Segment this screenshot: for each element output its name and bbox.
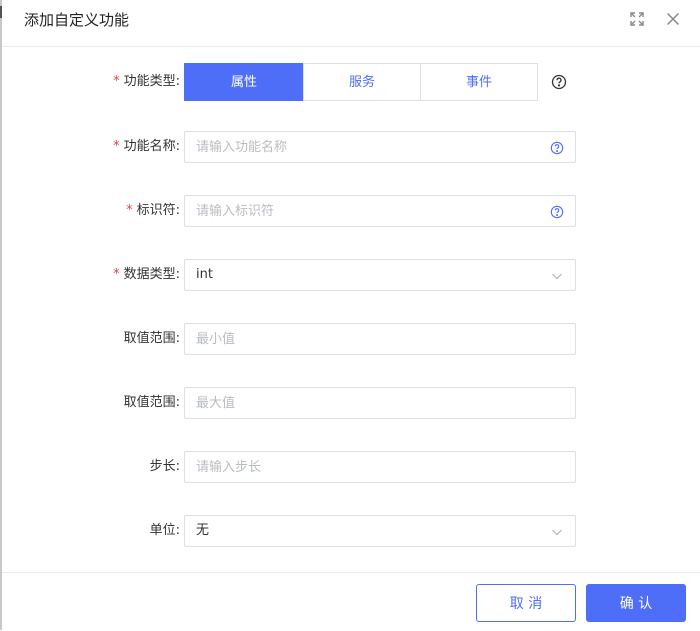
step-field — [184, 451, 576, 483]
identifier-row: * 标识符: — [2, 195, 700, 227]
step-row: 步长: — [2, 451, 700, 483]
function-type-label: * 功能类型: — [113, 74, 180, 89]
step-input[interactable] — [196, 452, 536, 482]
close-icon[interactable] — [664, 10, 682, 28]
dialog-title: 添加自定义功能 — [24, 11, 130, 29]
question-circle-icon[interactable] — [550, 204, 564, 219]
unit-label: 单位: — [149, 523, 180, 538]
question-circle-icon[interactable] — [550, 140, 564, 155]
function-type-row: * 功能类型: 属性 服务 事件 — [2, 63, 700, 101]
range-max-field — [184, 387, 576, 419]
identifier-input[interactable] — [196, 196, 536, 226]
data-type-label: * 数据类型: — [113, 267, 180, 282]
data-type-row: * 数据类型: int — [2, 259, 700, 291]
function-type-segmented: 属性 服务 事件 — [184, 63, 538, 101]
identifier-field — [184, 195, 576, 227]
range-max-input[interactable] — [196, 388, 536, 418]
function-type-option-service[interactable]: 服务 — [303, 63, 421, 101]
fullscreen-icon[interactable] — [628, 10, 646, 28]
data-type-value: int — [196, 267, 213, 282]
range-min-field — [184, 323, 576, 355]
range-min-label: 取值范围: — [123, 331, 180, 346]
function-name-field — [184, 131, 576, 163]
required-mark: * — [113, 74, 120, 89]
cancel-button[interactable]: 取 消 — [476, 584, 576, 622]
function-name-input[interactable] — [196, 132, 536, 162]
step-label: 步长: — [149, 459, 180, 474]
unit-row: 单位: 无 — [2, 515, 700, 547]
chevron-down-icon — [550, 524, 564, 538]
dialog-footer: 取 消 确 认 — [2, 572, 700, 631]
question-circle-icon[interactable] — [551, 74, 567, 90]
confirm-button[interactable]: 确 认 — [586, 584, 686, 622]
data-type-select[interactable]: int — [184, 259, 576, 291]
unit-select[interactable]: 无 — [184, 515, 576, 547]
add-custom-function-dialog: 添加自定义功能 * 功能类型: 属性 服务 事件 * 功能名称: 请输入功能名称… — [2, 0, 700, 630]
range-max-label: 取值范围: — [123, 395, 180, 410]
function-name-label: * 功能名称: — [113, 139, 180, 154]
dialog-header: 添加自定义功能 — [2, 0, 700, 47]
chevron-down-icon — [550, 268, 564, 282]
function-type-option-event[interactable]: 事件 — [420, 63, 538, 101]
range-min-input[interactable] — [196, 324, 536, 354]
function-name-row: * 功能名称: — [2, 131, 700, 163]
range-min-row: 取值范围: — [2, 323, 700, 355]
identifier-label: * 标识符: — [126, 203, 180, 218]
range-max-row: 取值范围: — [2, 387, 700, 419]
unit-value: 无 — [196, 523, 210, 538]
function-type-option-property[interactable]: 属性 — [184, 63, 304, 101]
